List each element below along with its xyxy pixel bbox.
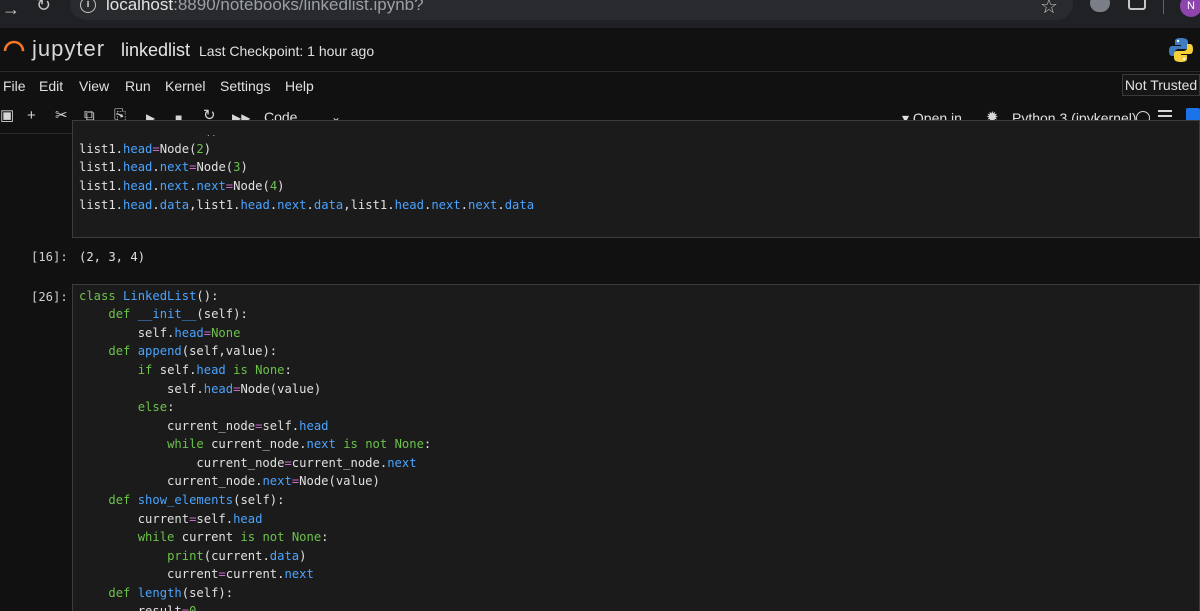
menu-help[interactable]: Help xyxy=(285,78,314,94)
menu-file[interactable]: File xyxy=(3,78,26,94)
code-line: list1.head.data,list1.head.next.data,lis… xyxy=(79,198,535,212)
menu-run[interactable]: Run xyxy=(125,78,151,94)
menu-kernel[interactable]: Kernel xyxy=(165,78,205,94)
code-line: current=self.head xyxy=(79,512,263,526)
menu-view[interactable]: View xyxy=(79,78,109,94)
code-line: list1.head=Node(2) xyxy=(79,142,212,156)
profile-avatar[interactable]: N xyxy=(1180,0,1200,17)
output-prompt: [16]: xyxy=(31,250,68,264)
code-line: self.head=None xyxy=(79,326,241,340)
code-line: else: xyxy=(137,400,175,414)
notebook-name[interactable]: linkedlist xyxy=(121,40,190,61)
bookmark-star-icon[interactable]: ☆ xyxy=(1040,0,1058,19)
menu-edit[interactable]: Edit xyxy=(39,78,63,94)
jupyter-wordmark: jupyter xyxy=(32,36,106,61)
code-line: self.head=Node(value) xyxy=(79,382,322,396)
code-line: def show_elements(self): xyxy=(108,493,285,507)
code-line: while current_node.next is not None: xyxy=(167,437,432,451)
forward-icon[interactable]: → xyxy=(2,0,20,18)
code-line: def length(self): xyxy=(108,586,234,600)
code-line: def append(self,value): xyxy=(108,344,278,358)
extensions-puzzle-icon[interactable] xyxy=(1128,0,1146,10)
code-line: result=0 xyxy=(79,604,197,611)
code-line: current=current.next xyxy=(79,567,314,581)
input-prompt: [26]: xyxy=(31,290,68,304)
code-line: list1.head.next=Node(3) xyxy=(79,160,248,174)
code-line: class LinkedList(): xyxy=(79,289,219,303)
toolbar-overlay xyxy=(0,100,1200,134)
code-line: current_node=self.head xyxy=(79,419,329,433)
not-trusted-indicator[interactable]: Not Trusted xyxy=(1122,74,1200,96)
code-line: current_node=current_node.next xyxy=(79,456,417,470)
cell-output: (2, 3, 4) xyxy=(79,250,146,264)
menu-settings[interactable]: Settings xyxy=(220,78,271,94)
url-text[interactable]: localhost:8890/notebooks/linkedlist.ipyn… xyxy=(106,0,424,15)
code-line: current_node.next=Node(value) xyxy=(79,474,380,488)
code-line: if self.head is None: xyxy=(137,363,292,377)
code-line: def __init__(self): xyxy=(108,307,248,321)
jupyter-logo-icon[interactable] xyxy=(2,38,26,62)
code-line: list1.head.next.next=Node(4) xyxy=(79,179,285,193)
checkpoint-status: Last Checkpoint: 1 hour ago xyxy=(199,43,375,59)
python-logo-icon xyxy=(1169,38,1193,62)
reload-icon[interactable]: ↻ xyxy=(36,0,51,14)
code-line: print(current.data) xyxy=(167,549,307,563)
toolbar-divider xyxy=(1163,0,1164,14)
code-line: while current is not None: xyxy=(137,530,329,544)
